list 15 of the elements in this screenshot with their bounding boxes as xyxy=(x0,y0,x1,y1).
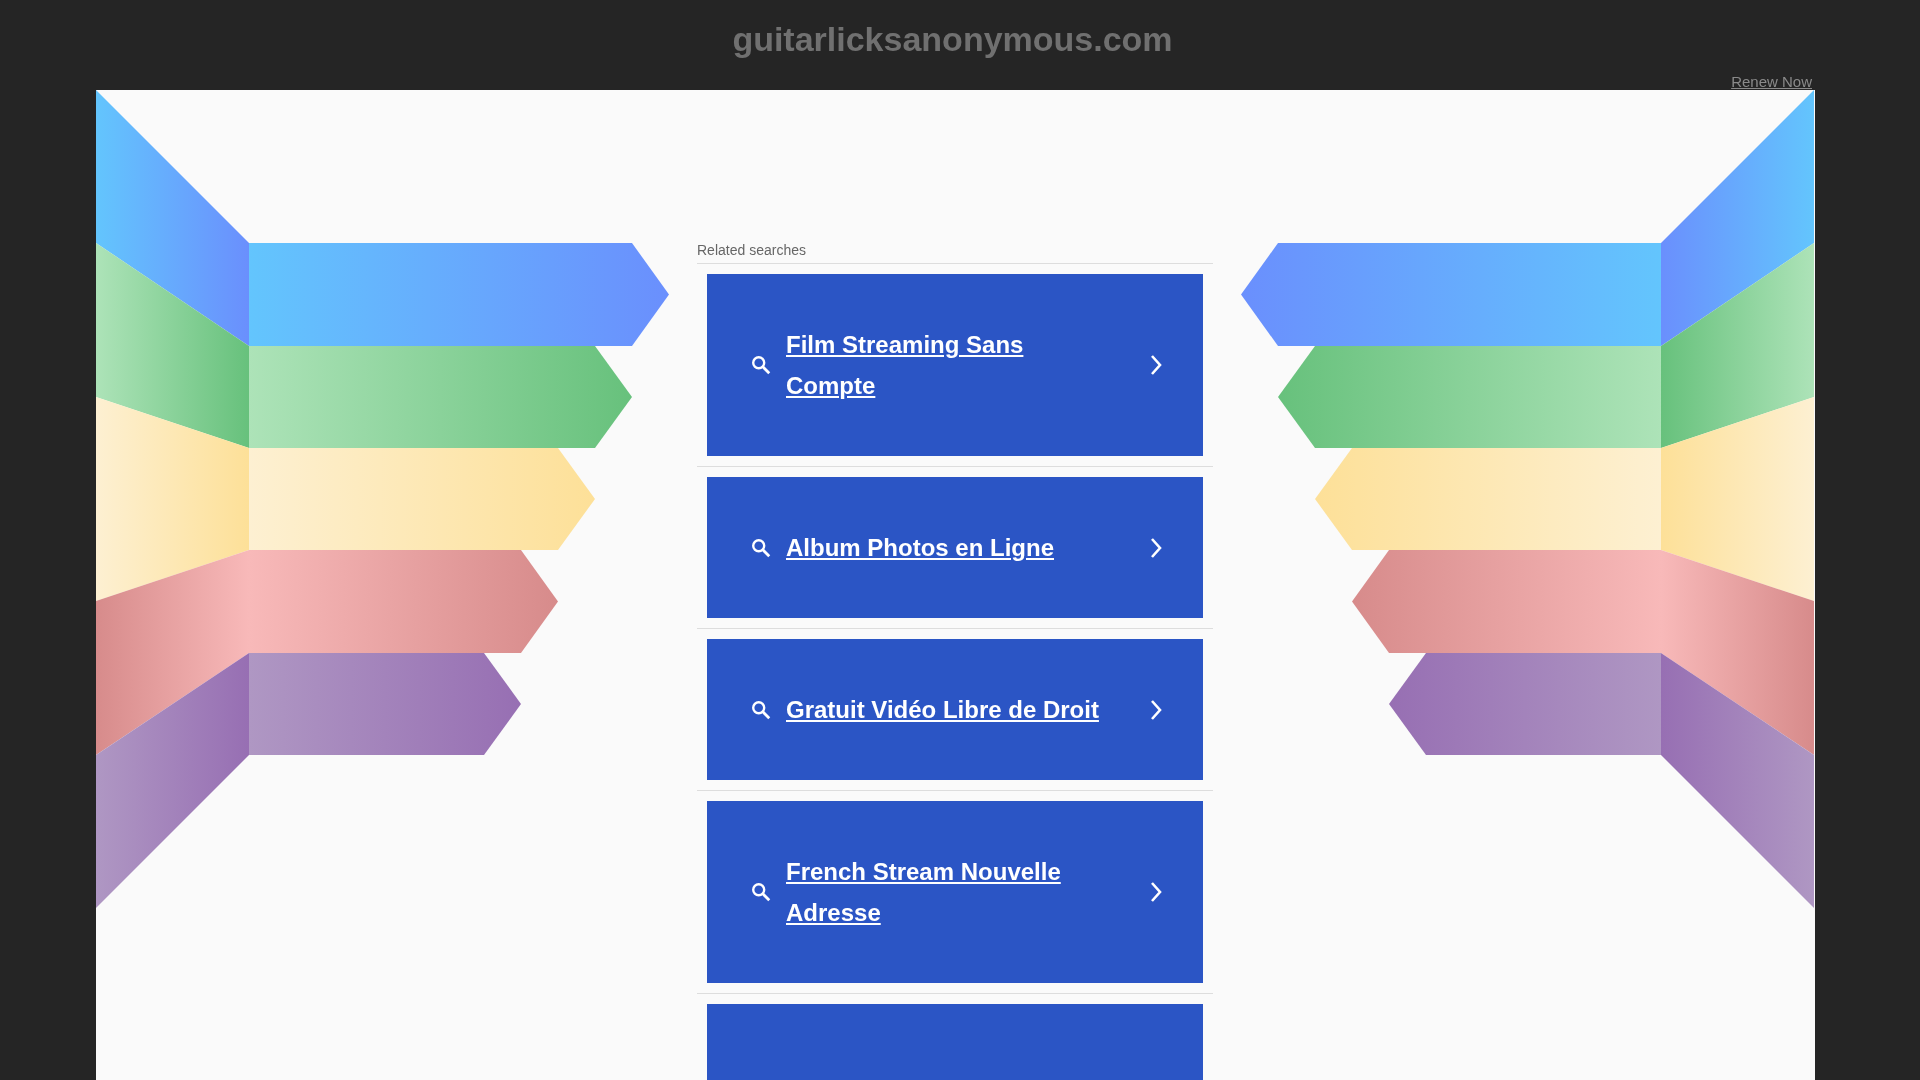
chevron-right-icon xyxy=(1149,698,1163,721)
search-result-button[interactable]: Gratuit Vidéo Libre de Droit xyxy=(707,639,1203,780)
chevron-right-icon xyxy=(1149,536,1163,559)
chevron-right-icon xyxy=(1149,881,1163,903)
section-heading: Related searches xyxy=(697,242,1213,264)
renew-link[interactable]: Renew Now xyxy=(1731,73,1812,90)
search-result-button[interactable]: Album Photos en Ligne xyxy=(707,477,1203,618)
search-icon xyxy=(750,354,772,376)
search-result-button[interactable]: French Stream Nouvelle Adresse xyxy=(707,801,1203,983)
search-icon xyxy=(750,536,772,559)
search-icon xyxy=(750,881,772,903)
search-icon xyxy=(750,698,772,721)
search-result-button[interactable]: Film Streaming Sans Compte xyxy=(707,274,1203,456)
site-title: guitarlicksanonymous.com xyxy=(732,20,1173,59)
chevron-right-icon xyxy=(1149,354,1163,376)
